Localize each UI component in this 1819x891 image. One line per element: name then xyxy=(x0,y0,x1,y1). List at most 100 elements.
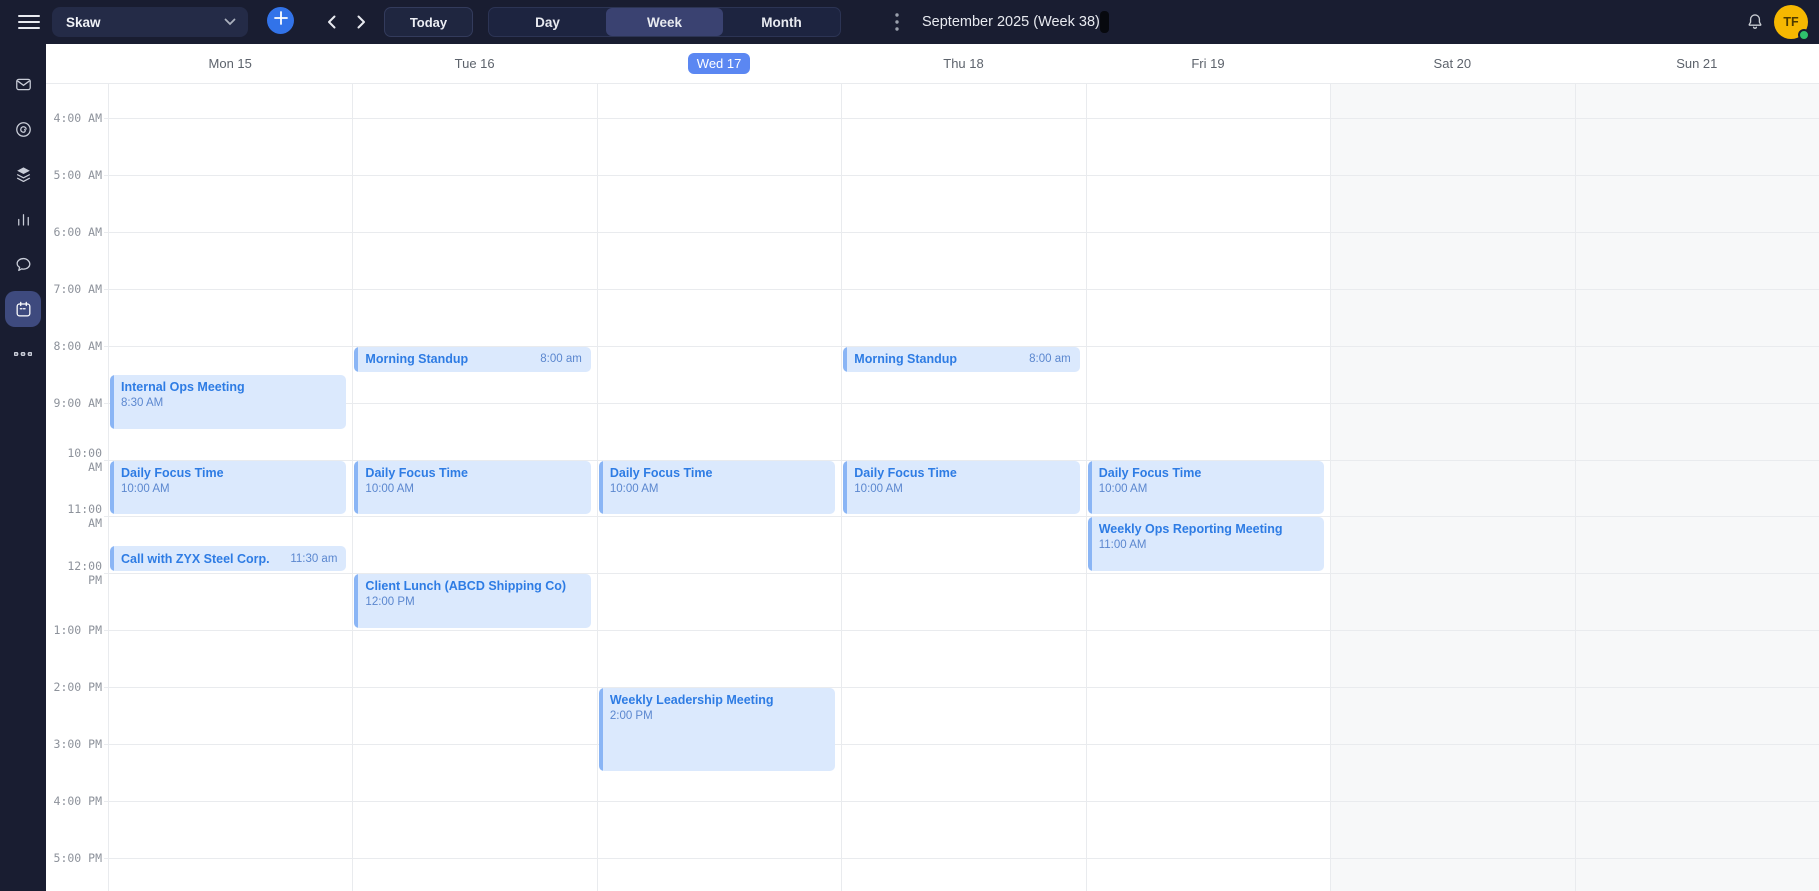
time-label: 2:00 PM xyxy=(46,680,102,695)
event-time: 10:00 AM xyxy=(121,482,170,495)
notifications-bell-icon[interactable] xyxy=(1742,0,1768,44)
time-label: 6:00 AM xyxy=(46,224,102,239)
view-switcher: Day Week Month xyxy=(488,7,841,37)
time-label: 3:00 PM xyxy=(46,737,102,752)
chevron-right-icon xyxy=(357,15,365,29)
sidebar-item-tasks[interactable] xyxy=(0,152,46,196)
event-title: Internal Ops Meeting xyxy=(121,380,245,395)
ellipsis-icon xyxy=(14,352,32,356)
event-title: Weekly Ops Reporting Meeting xyxy=(1098,522,1283,537)
day-header-wed[interactable]: Wed 17 xyxy=(597,44,841,83)
calendar-selector-dropdown[interactable]: Skaw xyxy=(52,7,248,37)
time-label: 12:00 PM xyxy=(46,559,102,588)
next-week-button[interactable] xyxy=(348,0,374,44)
sidebar-item-calendar[interactable] xyxy=(0,287,46,331)
event-time: 12:00 PM xyxy=(365,596,415,609)
day-header-row: Mon 15 Tue 16 Wed 17 Thu 18 Fri 19 Sat 20 Sun … xyxy=(46,44,1819,83)
prev-week-button[interactable] xyxy=(318,0,344,44)
event-title: Daily Focus Time xyxy=(121,465,224,480)
event-block[interactable]: Morning Standup 8:00 am xyxy=(843,346,1080,373)
sidebar xyxy=(0,44,46,891)
day-label: Sun 21 xyxy=(1676,56,1718,71)
event-title: Client Lunch (ABCD Shipping Co) xyxy=(365,579,567,594)
event-title: Weekly Leadership Meeting xyxy=(609,693,774,708)
chevron-down-icon xyxy=(224,13,236,31)
sidebar-item-analytics[interactable] xyxy=(0,197,46,241)
weekend-column-background xyxy=(1330,83,1575,891)
event-title: Morning Standup xyxy=(854,352,958,367)
event-block[interactable]: Weekly Leadership Meeting 2:00 PM xyxy=(598,688,836,771)
presence-dot xyxy=(1798,29,1810,41)
focus-spiral-icon xyxy=(15,121,31,137)
event-time: 2:00 PM xyxy=(609,710,653,723)
event-title: Daily Focus Time xyxy=(609,465,713,480)
day-header-sat[interactable]: Sat 20 xyxy=(1330,44,1574,83)
event-block[interactable]: Daily Focus Time 10:00 AM xyxy=(598,460,836,515)
hour-line xyxy=(104,516,1819,518)
event-block[interactable]: Daily Focus Time 10:00 AM xyxy=(110,460,347,515)
column-border xyxy=(352,83,354,891)
more-options-icon[interactable] xyxy=(886,0,908,44)
hour-line xyxy=(104,288,1819,290)
hour-line xyxy=(104,687,1819,689)
hour-line xyxy=(104,857,1819,859)
hour-line xyxy=(104,630,1819,632)
sidebar-item-focus[interactable] xyxy=(0,107,46,151)
time-label: 7:00 AM xyxy=(46,281,102,296)
event-title: Daily Focus Time xyxy=(1098,465,1202,480)
time-label: 5:00 AM xyxy=(46,167,102,182)
day-label: Fri 19 xyxy=(1191,56,1225,71)
event-time: 10:00 AM xyxy=(1098,482,1148,495)
today-button[interactable]: Today xyxy=(384,7,473,37)
hour-line xyxy=(104,744,1819,746)
event-time: 8:00 am xyxy=(540,353,582,366)
event-time: 10:00 AM xyxy=(854,482,903,495)
event-block[interactable]: Client Lunch (ABCD Shipping Co) 12:00 PM xyxy=(354,574,591,629)
event-title: Call with ZYX Steel Corp. xyxy=(121,551,270,566)
calendar-grid: 4:00 AM 5:00 AM 6:00 AM 7:00 AM 8:00 AM 9:00 … xyxy=(46,83,1819,891)
column-border xyxy=(108,83,109,891)
day-label: Mon 15 xyxy=(208,56,252,71)
column-border xyxy=(841,83,843,891)
period-title: September 2025 (Week 38) xyxy=(922,14,1100,30)
selected-day-pill: Wed 17 xyxy=(687,53,751,74)
time-label: 8:00 AM xyxy=(46,338,102,353)
chevron-left-icon xyxy=(327,15,335,29)
day-header-fri[interactable]: Fri 19 xyxy=(1086,44,1330,83)
event-time: 11:00 AM xyxy=(1098,539,1147,552)
hour-line xyxy=(104,174,1819,176)
event-block[interactable]: Weekly Ops Reporting Meeting 11:00 AM xyxy=(1087,517,1325,572)
day-label: Thu 18 xyxy=(943,56,984,71)
cursor-indicator xyxy=(1100,11,1109,33)
tab-month[interactable]: Month xyxy=(723,8,840,36)
day-header-thu[interactable]: Thu 18 xyxy=(841,44,1085,83)
event-block[interactable]: Daily Focus Time 10:00 AM xyxy=(843,460,1080,515)
tab-day[interactable]: Day xyxy=(489,8,606,36)
sidebar-item-more[interactable] xyxy=(0,332,46,376)
time-label: 10:00 AM xyxy=(46,445,102,474)
create-event-button[interactable] xyxy=(267,6,294,34)
sidebar-item-mail[interactable] xyxy=(0,62,46,106)
tab-week[interactable]: Week xyxy=(606,8,723,36)
calendar-icon xyxy=(16,301,30,316)
event-time: 8:30 AM xyxy=(121,397,164,410)
event-block[interactable]: Call with ZYX Steel Corp. 11:30 am xyxy=(110,545,347,572)
calendar-selector-label: Skaw xyxy=(66,14,101,30)
event-block[interactable]: Daily Focus Time 10:00 AM xyxy=(354,460,591,515)
hour-line xyxy=(104,118,1819,119)
hour-line xyxy=(104,801,1819,803)
time-label: 5:00 PM xyxy=(46,850,102,865)
hamburger-menu-icon[interactable] xyxy=(12,0,46,44)
time-label: 9:00 AM xyxy=(46,395,102,410)
day-header-tue[interactable]: Tue 16 xyxy=(352,44,596,83)
event-block[interactable]: Internal Ops Meeting 8:30 AM xyxy=(110,375,347,430)
time-label: 4:00 AM xyxy=(46,111,102,125)
avatar[interactable]: TF xyxy=(1774,5,1810,41)
event-block[interactable]: Daily Focus Time 10:00 AM xyxy=(1087,460,1325,515)
day-header-sun[interactable]: Sun 21 xyxy=(1575,44,1819,83)
event-block[interactable]: Morning Standup 8:00 am xyxy=(354,346,591,373)
hour-line xyxy=(104,402,1819,404)
weekend-column-background xyxy=(1574,83,1819,891)
sidebar-item-chat[interactable] xyxy=(0,242,46,286)
day-header-mon[interactable]: Mon 15 xyxy=(108,44,352,83)
